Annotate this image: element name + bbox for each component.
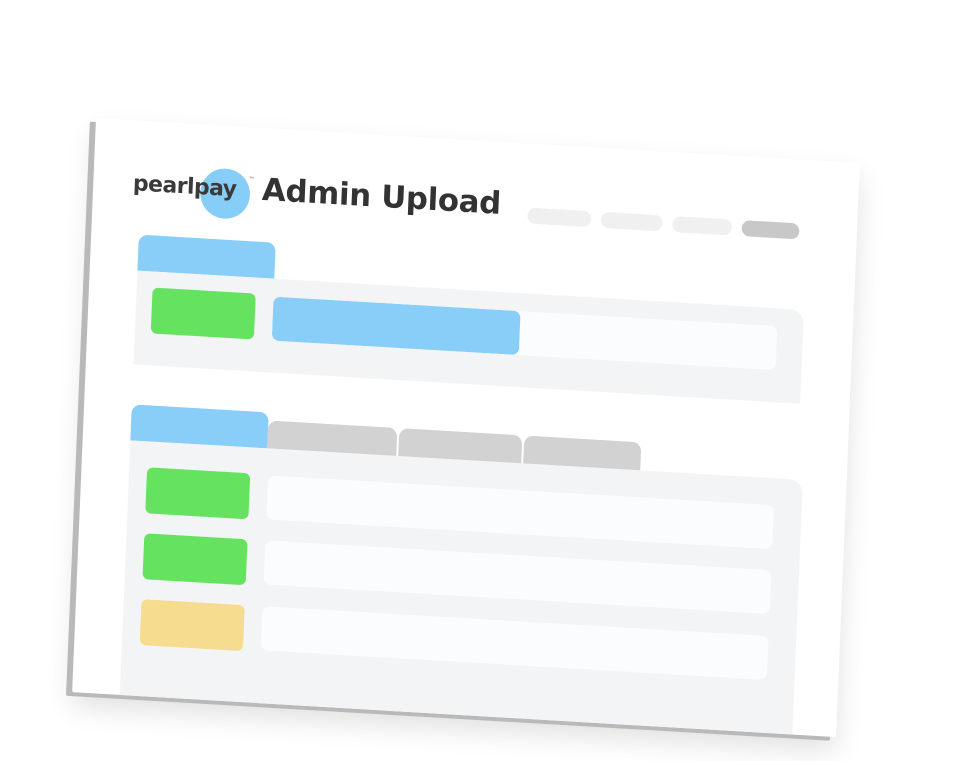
logo-text: pearlpay	[132, 171, 237, 203]
logo-trademark: ™	[248, 176, 255, 184]
pearlpay-logo[interactable]: pearlpay ™	[132, 163, 255, 226]
upload-status-badge[interactable]	[150, 287, 256, 340]
row-3-field[interactable]	[260, 606, 769, 680]
nav-item-3[interactable]	[672, 216, 733, 236]
admin-card: pearlpay ™ Admin Upload	[72, 118, 860, 738]
upload-panel	[133, 270, 805, 404]
nav-item-2[interactable]	[600, 211, 663, 232]
row-2-status-badge[interactable]	[142, 533, 248, 586]
upload-progress-fill	[271, 296, 521, 356]
list-panel	[119, 440, 803, 735]
stage: pearlpay ™ Admin Upload	[0, 0, 962, 761]
row-2-field[interactable]	[263, 540, 772, 615]
page-title: Admin Upload	[261, 171, 502, 222]
nav-item-4-active[interactable]	[741, 220, 800, 240]
nav-item-1[interactable]	[527, 207, 592, 228]
row-1-status-badge[interactable]	[145, 467, 251, 520]
upload-progress-bar	[271, 296, 778, 371]
row-1-field[interactable]	[266, 475, 775, 550]
row-3-status-badge[interactable]	[139, 599, 245, 652]
